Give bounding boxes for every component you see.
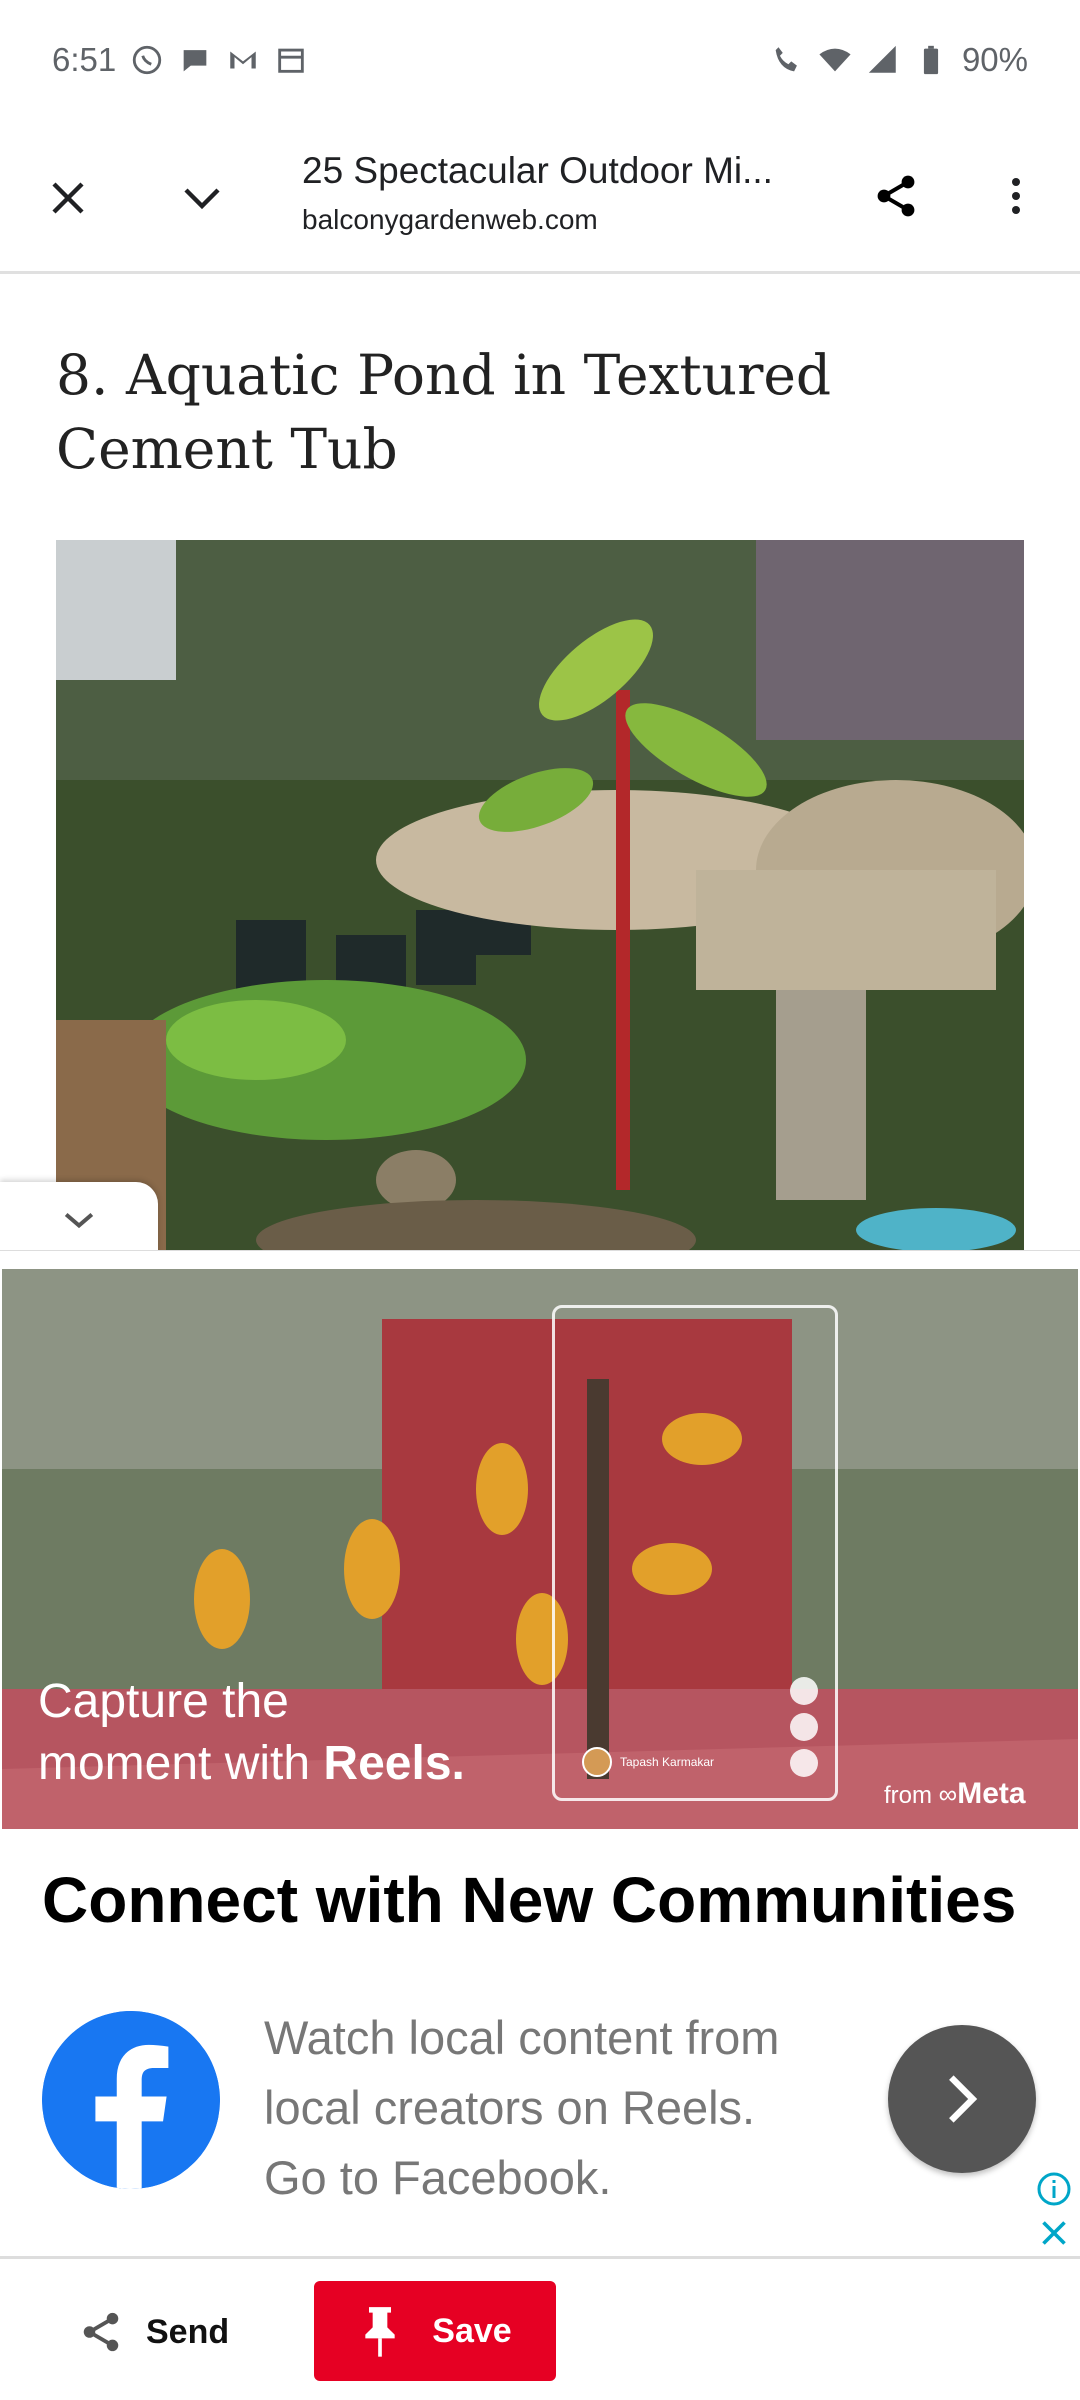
send-button[interactable]: Send: [78, 2297, 229, 2367]
calendar-icon: [274, 43, 308, 77]
ad-tagline-line2: moment with Reels.: [38, 1733, 465, 1795]
save-button[interactable]: Save: [314, 2281, 556, 2381]
collapse-button[interactable]: [162, 158, 242, 238]
pin-action-bar: Send Save: [0, 2256, 1080, 2400]
facebook-logo-icon[interactable]: [42, 2011, 220, 2189]
chat-icon: [178, 43, 212, 77]
browser-toolbar: 25 Spectacular Outdoor Mi... balconygard…: [0, 120, 1080, 274]
pushpin-icon: [365, 2307, 395, 2357]
ad-body-line3: Go to Facebook.: [264, 2151, 612, 2204]
share-button[interactable]: [856, 156, 936, 236]
chevron-right-icon: [949, 2075, 978, 2123]
status-time: 6:51: [52, 41, 117, 78]
close-button[interactable]: [28, 158, 108, 238]
ad-collapse-tab[interactable]: [0, 1182, 158, 1258]
wifi-icon: [818, 43, 852, 77]
ad-tagline: Capture the moment with Reels.: [38, 1671, 465, 1795]
signal-icon: [866, 43, 900, 77]
meta-brand: Meta: [957, 1777, 1026, 1810]
article-photo-pond: [56, 540, 1024, 1252]
battery-icon: [914, 43, 948, 77]
ad-reel-user: Tapash Karmakar: [582, 1747, 714, 1777]
chevron-down-icon: [64, 1212, 94, 1229]
chevron-down-icon: [184, 188, 220, 210]
status-bar: 6:51 90%: [0, 0, 1080, 120]
whatsapp-icon: [130, 43, 164, 77]
share-icon: [790, 1749, 818, 1777]
comment-icon: [790, 1713, 818, 1741]
like-icon: [790, 1677, 818, 1705]
ad-banner[interactable]: Tapash Karmakar Capture the moment with …: [0, 1250, 1080, 2257]
ad-tagline-line1: Capture the: [38, 1675, 289, 1728]
status-bar-right: 90%: [770, 41, 1028, 79]
close-icon: [52, 182, 84, 214]
battery-percent: 90%: [961, 41, 1028, 78]
article-heading: 8. Aquatic Pond in Textured Cement Tub: [56, 343, 832, 481]
wifi-calling-icon: [770, 43, 804, 77]
meta-logo-icon: ∞: [938, 1779, 958, 1809]
ad-tagline-line2-prefix: moment with: [38, 1737, 324, 1790]
adchoices-info-button[interactable]: [1036, 2171, 1072, 2207]
ad-cta-button[interactable]: [888, 2025, 1036, 2173]
toolbar-title-block[interactable]: 25 Spectacular Outdoor Mi... balconygard…: [302, 150, 822, 236]
page-domain: balconygardenweb.com: [302, 204, 598, 235]
ad-creative-image[interactable]: Tapash Karmakar Capture the moment with …: [2, 1269, 1078, 1829]
share-icon: [877, 175, 915, 217]
ad-body-text[interactable]: Watch local content from local creators …: [264, 2003, 854, 2213]
meta-attribution: from ∞Meta: [884, 1777, 1026, 1811]
save-label: Save: [432, 2311, 512, 2350]
more-vertical-icon: [1012, 178, 1020, 214]
send-label: Send: [146, 2312, 230, 2351]
ad-headline[interactable]: Connect with New Communities: [42, 1863, 1016, 1937]
meta-prefix: from: [884, 1782, 939, 1809]
status-bar-left: 6:51: [52, 41, 308, 79]
more-options-button[interactable]: [976, 156, 1056, 236]
ad-body-line1: Watch local content from: [264, 2011, 780, 2064]
ad-tagline-line2-bold: Reels.: [323, 1737, 465, 1790]
ad-reel-username: Tapash Karmakar: [620, 1755, 715, 1769]
ad-body-line2: local creators on Reels.: [264, 2081, 756, 2134]
close-icon: [1042, 2221, 1066, 2245]
page-title: 25 Spectacular Outdoor Mi...: [302, 150, 773, 191]
gmail-icon: [226, 43, 260, 77]
ad-close-button[interactable]: [1036, 2215, 1072, 2251]
pond-photo-illustration: [56, 540, 1024, 1252]
avatar: [582, 1747, 612, 1777]
info-icon: [1037, 2172, 1071, 2206]
share-icon: [83, 2312, 119, 2352]
